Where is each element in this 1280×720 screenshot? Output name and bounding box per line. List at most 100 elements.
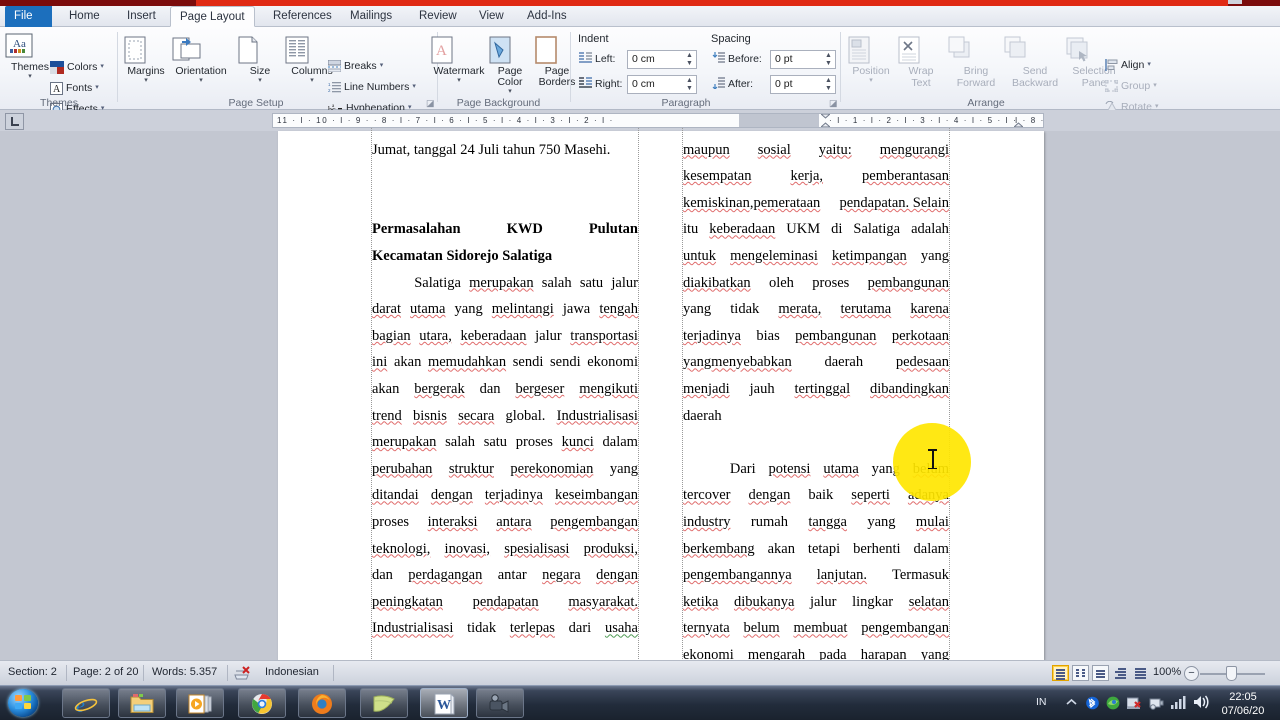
document-page[interactable]: Bahagia, Selamatkan Rakyat Sekalian Juma… bbox=[278, 128, 1044, 663]
colors-dropdown-arrow[interactable]: ▾ bbox=[100, 63, 104, 70]
group-dropdown-arrow[interactable]: ▾ bbox=[1153, 82, 1157, 89]
tab-home[interactable]: Home bbox=[60, 6, 109, 27]
line-numbers-dropdown-arrow[interactable]: ▾ bbox=[412, 83, 416, 90]
proofing-errors-icon[interactable] bbox=[234, 666, 251, 681]
view-outline-button[interactable] bbox=[1112, 665, 1129, 681]
doc-word: pendapatan bbox=[472, 593, 539, 610]
show-hidden-icons-icon[interactable] bbox=[1066, 698, 1077, 707]
indent-left-down-arrow[interactable]: ▼ bbox=[685, 60, 694, 67]
indent-left-input[interactable]: 0 cm ▲ ▼ bbox=[627, 50, 697, 69]
zoom-out-button[interactable]: − bbox=[1184, 666, 1199, 681]
tab-references[interactable]: References bbox=[264, 6, 341, 27]
align-dropdown-arrow[interactable]: ▾ bbox=[1147, 61, 1151, 68]
spacing-before-up-arrow[interactable]: ▲ bbox=[824, 52, 833, 59]
bring-forward-label-2: Forward bbox=[956, 77, 996, 89]
view-draft-button[interactable] bbox=[1132, 665, 1149, 681]
taskbar-microsoft-word-button[interactable]: W bbox=[420, 688, 468, 718]
spacing-before-input[interactable]: 0 pt ▲ ▼ bbox=[770, 50, 836, 69]
status-section[interactable]: Section: 2 bbox=[8, 666, 57, 678]
zoom-slider-thumb[interactable] bbox=[1226, 666, 1237, 681]
right-indent-marker[interactable] bbox=[1014, 114, 1023, 127]
tab-insert[interactable]: Insert bbox=[118, 6, 165, 27]
ribbon-group-arrange: Position ▾ Wrap Text Bring Forward Send … bbox=[841, 27, 1171, 113]
doc-word: global. bbox=[505, 407, 546, 424]
group-button[interactable]: Group ▾ bbox=[1105, 76, 1157, 96]
tab-view[interactable]: View bbox=[470, 6, 513, 27]
document-canvas[interactable]: Bahagia, Selamatkan Rakyat Sekalian Juma… bbox=[0, 128, 1280, 663]
tab-page-layout[interactable]: Page Layout bbox=[170, 6, 255, 27]
status-page[interactable]: Page: 2 of 20 bbox=[73, 666, 138, 678]
safely-remove-hardware-icon[interactable] bbox=[1149, 696, 1164, 710]
bring-forward-button[interactable]: Bring Forward bbox=[945, 35, 1007, 89]
taskbar-windows-explorer-button[interactable] bbox=[118, 688, 166, 718]
page-color-dropdown-arrow[interactable]: ▾ bbox=[486, 88, 534, 95]
bluetooth-icon[interactable] bbox=[1086, 696, 1099, 710]
taskbar-media-player-button[interactable] bbox=[176, 688, 224, 718]
status-language[interactable]: Indonesian bbox=[265, 666, 319, 678]
send-backward-button[interactable]: Send Backward bbox=[1001, 35, 1069, 89]
colors-button[interactable]: Colors ▾ bbox=[50, 57, 104, 77]
doc-blank-line bbox=[372, 163, 638, 190]
view-full-screen-reading-button[interactable] bbox=[1072, 665, 1089, 681]
spacing-before-down-arrow[interactable]: ▼ bbox=[824, 60, 833, 67]
spacing-after-input[interactable]: 0 pt ▲ ▼ bbox=[770, 75, 836, 94]
indent-right-down-arrow[interactable]: ▼ bbox=[685, 85, 694, 92]
indent-right-up-arrow[interactable]: ▲ bbox=[685, 77, 694, 84]
spacing-after-down-arrow[interactable]: ▼ bbox=[824, 85, 833, 92]
spacing-after-up-arrow[interactable]: ▲ bbox=[824, 77, 833, 84]
tab-review[interactable]: Review bbox=[410, 6, 466, 27]
position-dropdown-arrow[interactable]: ▾ bbox=[845, 77, 897, 84]
tab-mailings[interactable]: Mailings bbox=[341, 6, 401, 27]
antivirus-icon[interactable] bbox=[1106, 696, 1120, 710]
network-disconnected-icon[interactable] bbox=[1127, 696, 1142, 710]
paragraph-dialog-launcher[interactable]: ◪ bbox=[829, 99, 838, 108]
size-button[interactable]: Size ▾ bbox=[234, 35, 286, 84]
taskbar-google-chrome-button[interactable] bbox=[238, 688, 286, 718]
start-orb-button[interactable] bbox=[8, 689, 38, 717]
view-web-layout-button[interactable] bbox=[1092, 665, 1109, 681]
tab-add-ins[interactable]: Add-Ins bbox=[518, 6, 576, 27]
volume-icon[interactable] bbox=[1193, 695, 1209, 709]
doc-blank-line bbox=[372, 190, 638, 217]
doc-line: perubahan struktur perekonomian yang bbox=[372, 456, 638, 483]
doc-word: kemiskinan,pemerataan bbox=[683, 194, 821, 211]
breaks-dropdown-arrow[interactable]: ▾ bbox=[380, 62, 384, 69]
margins-button[interactable]: Margins ▾ bbox=[120, 35, 172, 84]
orientation-button[interactable]: Orientation ▾ bbox=[170, 35, 232, 84]
horizontal-ruler[interactable]: 11 · I · 10 · I · 9 · · 8 · I · 7 · I · … bbox=[272, 113, 1045, 128]
fonts-button[interactable]: A Fonts ▾ bbox=[50, 78, 99, 98]
page-color-button[interactable]: Page Color ▾ bbox=[486, 35, 534, 95]
taskbar-nero-button[interactable] bbox=[360, 688, 408, 718]
view-print-layout-button[interactable] bbox=[1052, 665, 1069, 681]
doc-word: usaha bbox=[604, 620, 638, 637]
watermark-dropdown-arrow[interactable]: ▾ bbox=[428, 77, 490, 84]
indent-right-input[interactable]: 0 cm ▲ ▼ bbox=[627, 75, 697, 94]
column-left-text[interactable]: Bahagia, Selamatkan Rakyat Sekalian Juma… bbox=[372, 131, 638, 642]
taskbar-clock[interactable]: 22:05 07/06/20 bbox=[1212, 690, 1274, 718]
status-zoom-level[interactable]: 100% bbox=[1153, 666, 1181, 678]
first-line-indent-marker[interactable] bbox=[821, 114, 830, 127]
fonts-dropdown-arrow[interactable]: ▾ bbox=[95, 84, 99, 91]
breaks-button[interactable]: Breaks ▾ bbox=[328, 56, 383, 76]
column-right-text[interactable]: mengatasi berbagai masalah ekonomi maupu… bbox=[683, 131, 949, 660]
taskbar-firefox-button[interactable] bbox=[298, 688, 346, 718]
position-button[interactable]: Position ▾ bbox=[845, 35, 897, 84]
taskbar-internet-explorer-button[interactable]: e bbox=[62, 688, 110, 718]
taskbar-camera-recorder-button[interactable] bbox=[476, 688, 524, 718]
tab-file-label: File bbox=[14, 10, 33, 22]
themes-dropdown-arrow[interactable]: ▾ bbox=[4, 73, 56, 80]
indent-left-up-arrow[interactable]: ▲ bbox=[685, 52, 694, 59]
signal-strength-icon[interactable] bbox=[1171, 695, 1186, 709]
orientation-dropdown-arrow[interactable]: ▾ bbox=[170, 77, 232, 84]
themes-button[interactable]: Aa Themes ▾ bbox=[4, 33, 56, 80]
line-numbers-button[interactable]: 1 2 Line Numbers ▾ bbox=[328, 77, 416, 97]
tray-language-indicator[interactable]: IN bbox=[1036, 696, 1047, 708]
status-word-count[interactable]: Words: 5.357 bbox=[152, 666, 217, 678]
align-button[interactable]: Align ▾ bbox=[1105, 55, 1151, 75]
wrap-text-button[interactable]: Wrap Text bbox=[895, 35, 947, 89]
tab-file[interactable]: File bbox=[5, 6, 52, 27]
margins-dropdown-arrow[interactable]: ▾ bbox=[120, 77, 172, 84]
size-dropdown-arrow[interactable]: ▾ bbox=[234, 77, 286, 84]
watermark-button[interactable]: A Watermark ▾ bbox=[428, 35, 490, 84]
tab-stop-selector[interactable] bbox=[5, 113, 24, 130]
